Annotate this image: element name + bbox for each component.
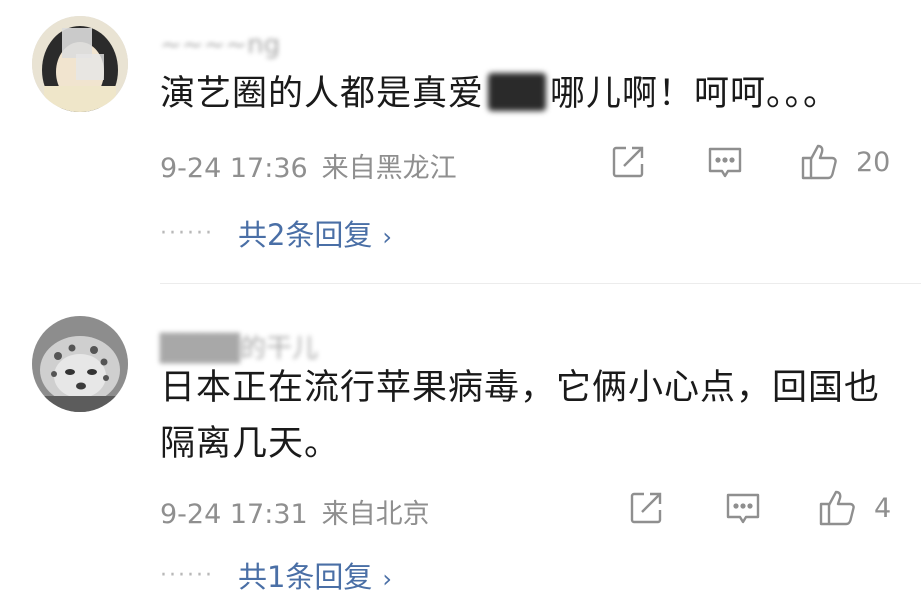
view-replies-label: 共2条回复 xyxy=(237,218,373,252)
comment-location: 来自北京 xyxy=(321,499,430,530)
comment-button[interactable] xyxy=(724,490,762,526)
share-icon xyxy=(628,490,664,526)
like-count: 20 xyxy=(856,146,891,178)
replies-row: ······ 共1条回复 › xyxy=(160,554,392,596)
comment-1: ~~~~ng 演艺圈的人都是真爱 哪儿啊！呵呵。。。 9-24 17:36 来自黑龙… xyxy=(0,0,921,283)
like-count: 4 xyxy=(874,492,892,524)
avatar[interactable] xyxy=(32,16,128,112)
avatar[interactable] xyxy=(32,316,128,412)
like-button[interactable]: 4 xyxy=(818,488,891,528)
thumbs-up-icon xyxy=(800,142,842,182)
comment-text: 演艺圈的人都是真爱 哪儿啊！呵呵。。。 xyxy=(160,66,891,122)
thumbs-up-icon xyxy=(818,488,860,528)
comment-text-part: 哪儿啊！呵呵。。。 xyxy=(550,74,840,114)
reply-dots: ······ xyxy=(160,562,214,588)
comment-time: 9-24 17:36 xyxy=(160,153,308,184)
replies-row: ······ 共2条回复 › xyxy=(160,212,392,254)
username[interactable]: ~~~~ng xyxy=(160,30,280,60)
redacted-block xyxy=(488,73,547,111)
comment-button[interactable] xyxy=(706,144,744,180)
comment-meta: 9-24 17:31 来自北京 xyxy=(160,492,444,531)
view-replies-link[interactable]: 共1条回复 › xyxy=(238,554,392,596)
view-replies-link[interactable]: 共2条回复 › xyxy=(238,212,392,254)
share-button[interactable] xyxy=(610,144,646,180)
comment-icon xyxy=(706,144,744,180)
chevron-right-icon: › xyxy=(382,565,393,593)
share-icon xyxy=(610,144,646,180)
comment-location: 来自黑龙江 xyxy=(321,153,457,184)
view-replies-label: 共1条回复 xyxy=(237,560,373,594)
chevron-right-icon: › xyxy=(382,223,393,251)
comment-meta: 9-24 17:36 来自黑龙江 xyxy=(160,146,471,185)
reply-dots: ······ xyxy=(160,220,214,246)
comment-icon xyxy=(724,490,762,526)
comment-text-part: 演艺圈的人都是真爱 xyxy=(160,74,485,114)
share-button[interactable] xyxy=(628,490,664,526)
like-button[interactable]: 20 xyxy=(800,142,890,182)
comment-2: ████的干儿 日本正在流行苹果病毒，它俩小心点，回国也隔离几天。 9-24 1… xyxy=(0,284,921,594)
comment-time: 9-24 17:31 xyxy=(160,499,308,530)
comment-text: 日本正在流行苹果病毒，它俩小心点，回国也隔离几天。 xyxy=(160,368,881,464)
